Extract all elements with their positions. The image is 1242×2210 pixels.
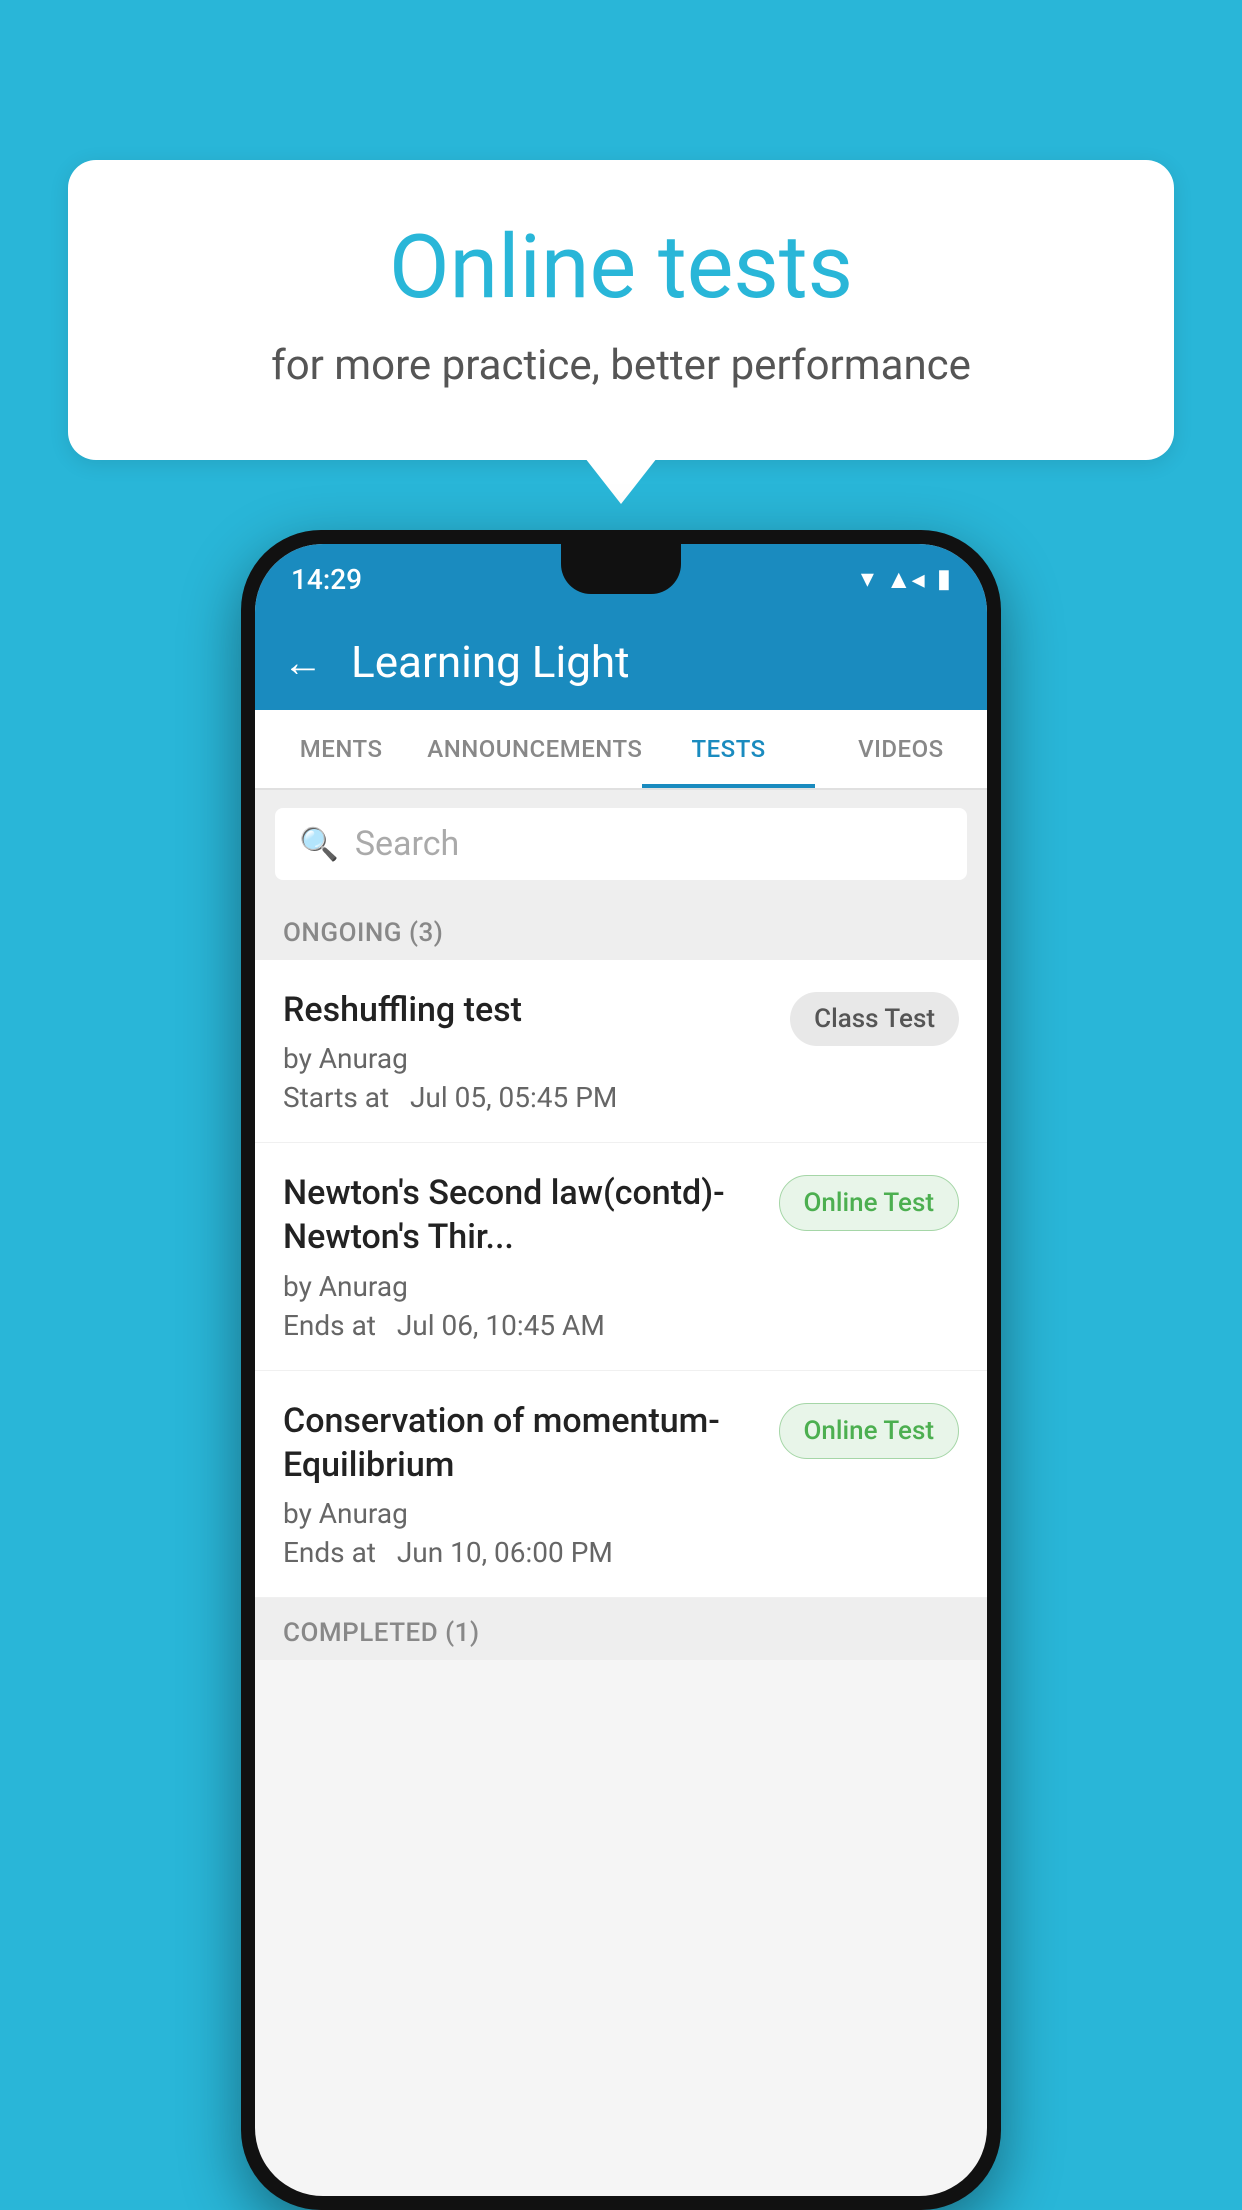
test-by-2: by Anurag (283, 1270, 763, 1303)
test-time-label-2: Ends at (283, 1309, 376, 1342)
phone-notch (561, 544, 681, 594)
tabs-bar: MENTS ANNOUNCEMENTS TESTS VIDEOS (255, 710, 987, 790)
speech-bubble-section: Online tests for more practice, better p… (68, 160, 1174, 460)
test-badge-3: Online Test (779, 1403, 960, 1459)
tab-ments[interactable]: MENTS (255, 710, 427, 788)
test-item-3[interactable]: Conservation of momentum-Equilibrium by … (255, 1371, 987, 1598)
tab-announcements[interactable]: ANNOUNCEMENTS (427, 710, 642, 788)
battery-icon: ▮ (937, 564, 951, 594)
test-name-2: Newton's Second law(contd)-Newton's Thir… (283, 1171, 763, 1259)
test-by-3: by Anurag (283, 1497, 763, 1530)
test-time-1: Starts at Jul 05, 05:45 PM (283, 1081, 774, 1114)
tab-announcements-label: ANNOUNCEMENTS (427, 735, 642, 763)
bubble-subtitle: for more practice, better performance (148, 341, 1094, 390)
tab-videos[interactable]: VIDEOS (815, 710, 987, 788)
test-badge-1: Class Test (790, 992, 959, 1046)
tab-tests[interactable]: TESTS (642, 710, 814, 788)
back-button[interactable]: ← (283, 639, 323, 686)
test-time-label-3: Ends at (283, 1536, 376, 1569)
search-input[interactable]: Search (355, 824, 459, 864)
completed-section-header: COMPLETED (1) (255, 1598, 987, 1660)
search-icon: 🔍 (299, 825, 339, 863)
speech-bubble: Online tests for more practice, better p… (68, 160, 1174, 460)
test-item-1[interactable]: Reshuffling test by Anurag Starts at Jul… (255, 960, 987, 1143)
test-info-1: Reshuffling test by Anurag Starts at Jul… (283, 988, 774, 1114)
phone-wrapper: 14:29 ▾ ▲◂ ▮ ← Learning Light MENTS ANNO… (241, 530, 1001, 2210)
status-time: 14:29 (291, 563, 362, 596)
tab-ments-label: MENTS (300, 735, 383, 763)
app-bar: ← Learning Light (255, 614, 987, 710)
test-info-2: Newton's Second law(contd)-Newton's Thir… (283, 1171, 763, 1341)
tab-tests-label: TESTS (692, 735, 766, 763)
search-box[interactable]: 🔍 Search (275, 808, 967, 880)
app-title: Learning Light (351, 636, 630, 688)
test-time-2: Ends at Jul 06, 10:45 AM (283, 1309, 763, 1342)
bubble-title: Online tests (148, 220, 1094, 317)
phone-frame: 14:29 ▾ ▲◂ ▮ ← Learning Light MENTS ANNO… (241, 530, 1001, 2210)
test-info-3: Conservation of momentum-Equilibrium by … (283, 1399, 763, 1569)
signal-icon: ▲◂ (886, 564, 925, 595)
test-time-value-2: Jul 06, 10:45 AM (397, 1309, 605, 1342)
test-by-1: by Anurag (283, 1042, 774, 1075)
status-icons: ▾ ▲◂ ▮ (861, 564, 951, 595)
tab-videos-label: VIDEOS (858, 735, 944, 763)
phone-screen: 14:29 ▾ ▲◂ ▮ ← Learning Light MENTS ANNO… (255, 544, 987, 2196)
test-name-3: Conservation of momentum-Equilibrium (283, 1399, 763, 1487)
test-time-label-1: Starts at (283, 1081, 389, 1114)
test-list: Reshuffling test by Anurag Starts at Jul… (255, 960, 987, 1598)
test-item-2[interactable]: Newton's Second law(contd)-Newton's Thir… (255, 1143, 987, 1370)
wifi-icon: ▾ (861, 564, 874, 594)
test-badge-2: Online Test (779, 1175, 960, 1231)
test-name-1: Reshuffling test (283, 988, 774, 1032)
test-time-3: Ends at Jun 10, 06:00 PM (283, 1536, 763, 1569)
search-container: 🔍 Search (255, 790, 987, 898)
ongoing-section-header: ONGOING (3) (255, 898, 987, 960)
test-time-value-3: Jun 10, 06:00 PM (397, 1536, 613, 1569)
test-time-value-1: Jul 05, 05:45 PM (410, 1081, 617, 1114)
